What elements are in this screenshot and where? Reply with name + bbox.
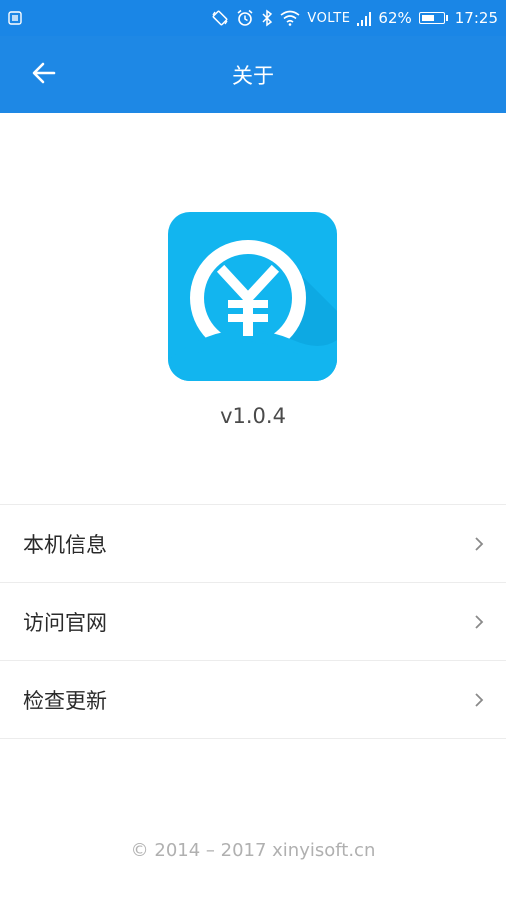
alarm-icon	[236, 9, 254, 27]
back-button[interactable]	[22, 56, 66, 94]
menu-item-check-update[interactable]: 检查更新	[0, 661, 506, 739]
volte-label: VOLTE	[307, 10, 351, 26]
chevron-right-icon	[474, 692, 484, 708]
clock: 17:25	[454, 9, 498, 27]
menu-item-label: 本机信息	[23, 532, 107, 557]
wifi-icon	[280, 10, 300, 26]
screenshot-icon	[8, 11, 22, 25]
menu-item-visit-website[interactable]: 访问官网	[0, 583, 506, 661]
chevron-right-icon	[474, 614, 484, 630]
chevron-right-icon	[474, 536, 484, 552]
page-title: 关于	[232, 63, 274, 88]
bluetooth-icon	[261, 9, 273, 27]
status-bar: VOLTE 62% 17:25	[0, 0, 506, 36]
copyright-text: © 2014 – 2017 xinyisoft.cn	[130, 840, 376, 861]
menu-item-label: 检查更新	[23, 688, 107, 713]
settings-menu: 本机信息 访问官网 检查更新	[0, 504, 506, 739]
rotate-icon	[211, 9, 229, 27]
menu-item-label: 访问官网	[23, 610, 107, 635]
app-version: v1.0.4	[220, 404, 286, 428]
arrow-left-icon	[32, 62, 56, 88]
menu-item-device-info[interactable]: 本机信息	[0, 505, 506, 583]
signal-icon	[357, 10, 372, 26]
battery-percent: 62%	[378, 9, 412, 27]
yuan-coin-logo	[168, 240, 337, 381]
app-bar: 关于	[0, 36, 506, 113]
battery-icon	[418, 12, 448, 24]
app-logo	[168, 212, 337, 381]
